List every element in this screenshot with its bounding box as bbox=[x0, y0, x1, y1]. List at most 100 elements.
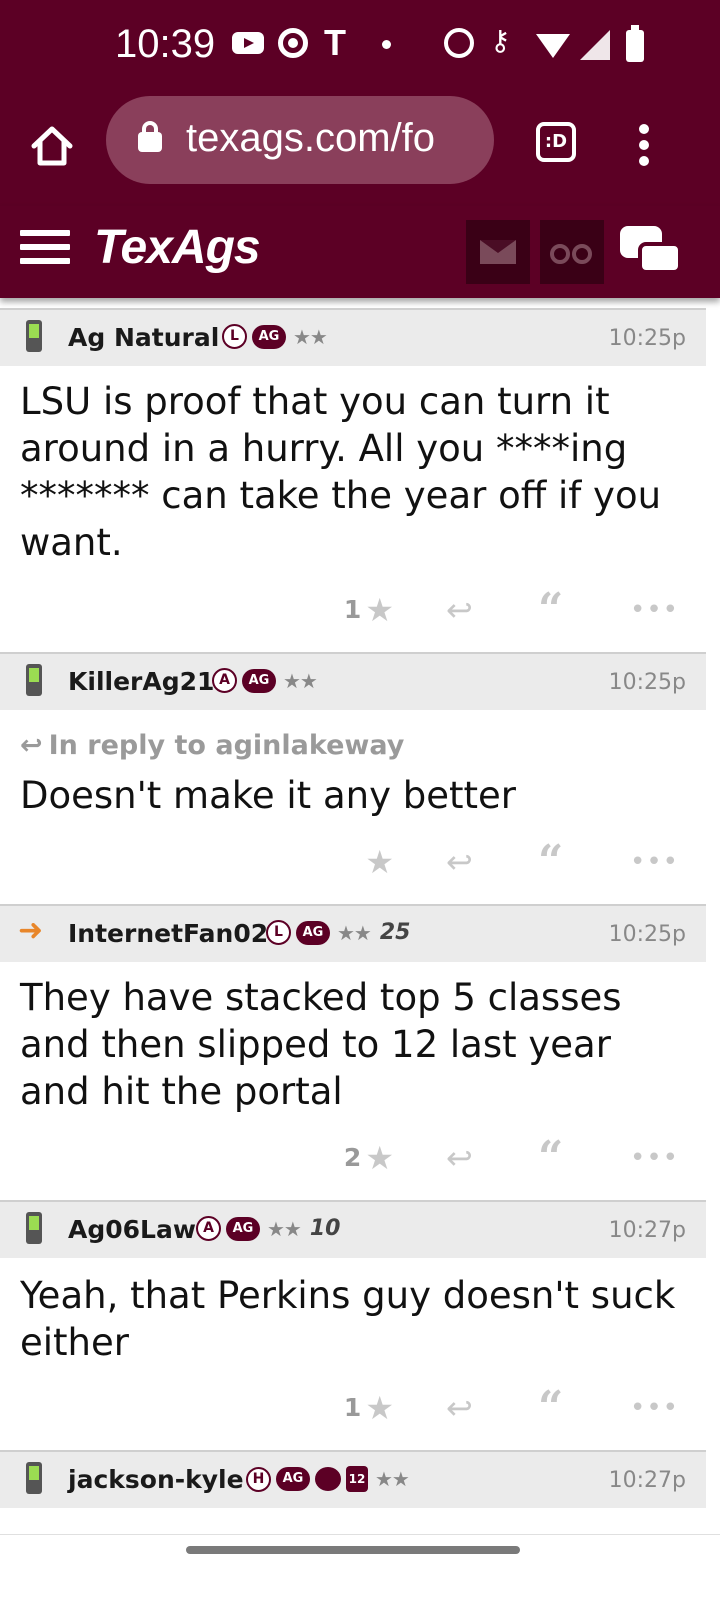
star-count: 1 bbox=[343, 1393, 362, 1422]
post-username[interactable]: Ag Natural bbox=[68, 323, 219, 352]
post-timestamp: 10:27p bbox=[608, 1218, 686, 1243]
wifi-icon bbox=[536, 34, 570, 58]
post-header: ➜ InternetFan02 L AG ★★ 25 10:25p bbox=[0, 904, 706, 962]
chat-icon[interactable] bbox=[620, 226, 682, 278]
hamburger-menu-icon[interactable] bbox=[20, 230, 70, 268]
alarm-icon bbox=[444, 28, 474, 58]
letter-badge: A bbox=[196, 1216, 221, 1241]
mail-icon[interactable] bbox=[466, 220, 530, 284]
user-badges: A AG ★★ 10 bbox=[196, 1216, 340, 1241]
star-button[interactable]: 1 ★ bbox=[344, 1388, 394, 1428]
reply-to-link[interactable]: ↩ In reply to aginlakeway bbox=[20, 730, 404, 761]
post-body: Yeah, that Perkins guy doesn't suck eith… bbox=[20, 1274, 676, 1364]
post-username[interactable]: Ag06Law bbox=[68, 1215, 196, 1244]
ag-badge: AG bbox=[252, 324, 286, 349]
notification-dot-icon bbox=[382, 40, 391, 49]
browser-toolbar: texags.com/fo :D bbox=[0, 96, 720, 206]
reply-icon[interactable]: ↩ bbox=[446, 1388, 473, 1428]
star-icon: ★ bbox=[365, 1139, 394, 1177]
mobile-phone-icon bbox=[26, 1212, 42, 1244]
post-header: Ag Natural L AG ★★ 10:25p bbox=[0, 308, 706, 366]
mobile-phone-icon bbox=[26, 1462, 42, 1494]
home-icon[interactable] bbox=[28, 122, 76, 170]
letter-badge: A bbox=[212, 668, 237, 693]
post-header: Ag06Law A AG ★★ 10 10:27p bbox=[0, 1200, 706, 1258]
star-count: 2 bbox=[343, 1143, 362, 1172]
status-time: 10:39 bbox=[115, 22, 216, 66]
t-app-icon: T bbox=[324, 22, 346, 63]
lock-icon bbox=[138, 121, 162, 152]
letter-badge: L bbox=[266, 920, 291, 945]
reply-icon[interactable]: ↩ bbox=[446, 590, 473, 630]
more-options-icon[interactable]: ••• bbox=[630, 1388, 679, 1428]
more-options-icon[interactable]: ••• bbox=[630, 842, 679, 882]
post-actions: 1 ★ ↩ “ ••• bbox=[0, 1386, 706, 1430]
status-bar: 10:39 T ⚷ bbox=[0, 0, 720, 96]
post-username[interactable]: jackson-kyle bbox=[68, 1465, 244, 1494]
post-timestamp: 10:25p bbox=[608, 922, 686, 947]
arrow-right-icon: ➜ bbox=[18, 913, 44, 948]
star-button[interactable]: 1 ★ bbox=[344, 590, 394, 630]
more-options-icon[interactable]: ••• bbox=[630, 1138, 679, 1178]
star-icon: ★ bbox=[365, 843, 394, 881]
stars-badge: ★★ bbox=[375, 1467, 410, 1491]
browser-menu-icon[interactable] bbox=[636, 124, 652, 168]
reply-to-text: In reply to aginlakeway bbox=[48, 730, 405, 761]
stars-badge: ★★ bbox=[337, 920, 372, 945]
mobile-phone-icon bbox=[26, 320, 42, 352]
vpn-key-icon: ⚷ bbox=[490, 24, 511, 57]
cell-signal-icon bbox=[580, 30, 610, 60]
post-actions: ★ ↩ “ ••• bbox=[0, 840, 706, 884]
youtube-icon bbox=[232, 32, 264, 54]
post-timestamp: 10:25p bbox=[608, 326, 686, 351]
ag-badge: AG bbox=[226, 1216, 260, 1241]
home-gesture-handle[interactable] bbox=[186, 1546, 520, 1554]
battery-icon bbox=[626, 25, 644, 62]
tab-switcher-button[interactable]: :D bbox=[536, 122, 576, 162]
chrome-icon bbox=[278, 28, 308, 58]
reply-icon[interactable]: ↩ bbox=[446, 1138, 473, 1178]
address-bar[interactable]: texags.com/fo bbox=[106, 96, 494, 184]
stars-badge: ★★ bbox=[283, 668, 318, 693]
ag-badge: AG bbox=[276, 1467, 310, 1491]
post-username[interactable]: InternetFan02 bbox=[68, 919, 268, 948]
user-badges: A AG ★★ bbox=[212, 668, 318, 693]
post-body: They have stacked top 5 classes and then… bbox=[20, 976, 622, 1113]
site-logo[interactable]: TexAgs bbox=[94, 220, 261, 275]
star-icon: ★ bbox=[365, 1389, 394, 1427]
letter-badge: H bbox=[246, 1466, 271, 1492]
url-text: texags.com/fo bbox=[186, 116, 436, 160]
post-header: KillerAg21 A AG ★★ 10:25p bbox=[0, 652, 706, 710]
letter-badge: L bbox=[222, 324, 247, 349]
ag-badge: AG bbox=[242, 668, 276, 693]
post-timestamp: 10:25p bbox=[608, 670, 686, 695]
post-body: LSU is proof that you can turn it around… bbox=[20, 380, 662, 564]
user-badges: L AG ★★ 25 bbox=[266, 920, 410, 945]
quote-icon[interactable]: “ bbox=[538, 1386, 563, 1430]
binoculars-icon[interactable] bbox=[540, 220, 604, 284]
star-button[interactable]: 2 ★ bbox=[344, 1138, 394, 1178]
quote-icon[interactable]: “ bbox=[538, 840, 563, 884]
post-actions: 1 ★ ↩ “ ••• bbox=[0, 588, 706, 632]
post-body: Doesn't make it any better bbox=[20, 774, 516, 817]
rank-badge: 10 bbox=[309, 1216, 341, 1241]
ag-badge: AG bbox=[296, 920, 330, 945]
twelfth-man-badge: 12 bbox=[346, 1466, 368, 1492]
star-button[interactable]: ★ bbox=[361, 842, 394, 882]
more-options-icon[interactable]: ••• bbox=[630, 590, 679, 630]
reply-arrow-icon: ↩ bbox=[20, 730, 43, 761]
star-count: 1 bbox=[343, 595, 362, 624]
post-timestamp: 10:27p bbox=[608, 1468, 686, 1493]
user-badges: L AG ★★ bbox=[222, 324, 328, 349]
mascot-badge-icon bbox=[315, 1467, 341, 1491]
quote-icon[interactable]: “ bbox=[538, 588, 563, 632]
rank-badge: 25 bbox=[379, 920, 411, 945]
post-actions: 2 ★ ↩ “ ••• bbox=[0, 1136, 706, 1180]
user-badges: H AG 12 ★★ bbox=[246, 1466, 410, 1492]
post-header: jackson-kyle H AG 12 ★★ 10:27p bbox=[0, 1450, 706, 1508]
quote-icon[interactable]: “ bbox=[538, 1136, 563, 1180]
mobile-phone-icon bbox=[26, 664, 42, 696]
reply-icon[interactable]: ↩ bbox=[446, 842, 473, 882]
stars-badge: ★★ bbox=[267, 1216, 302, 1241]
post-username[interactable]: KillerAg21 bbox=[68, 667, 214, 696]
